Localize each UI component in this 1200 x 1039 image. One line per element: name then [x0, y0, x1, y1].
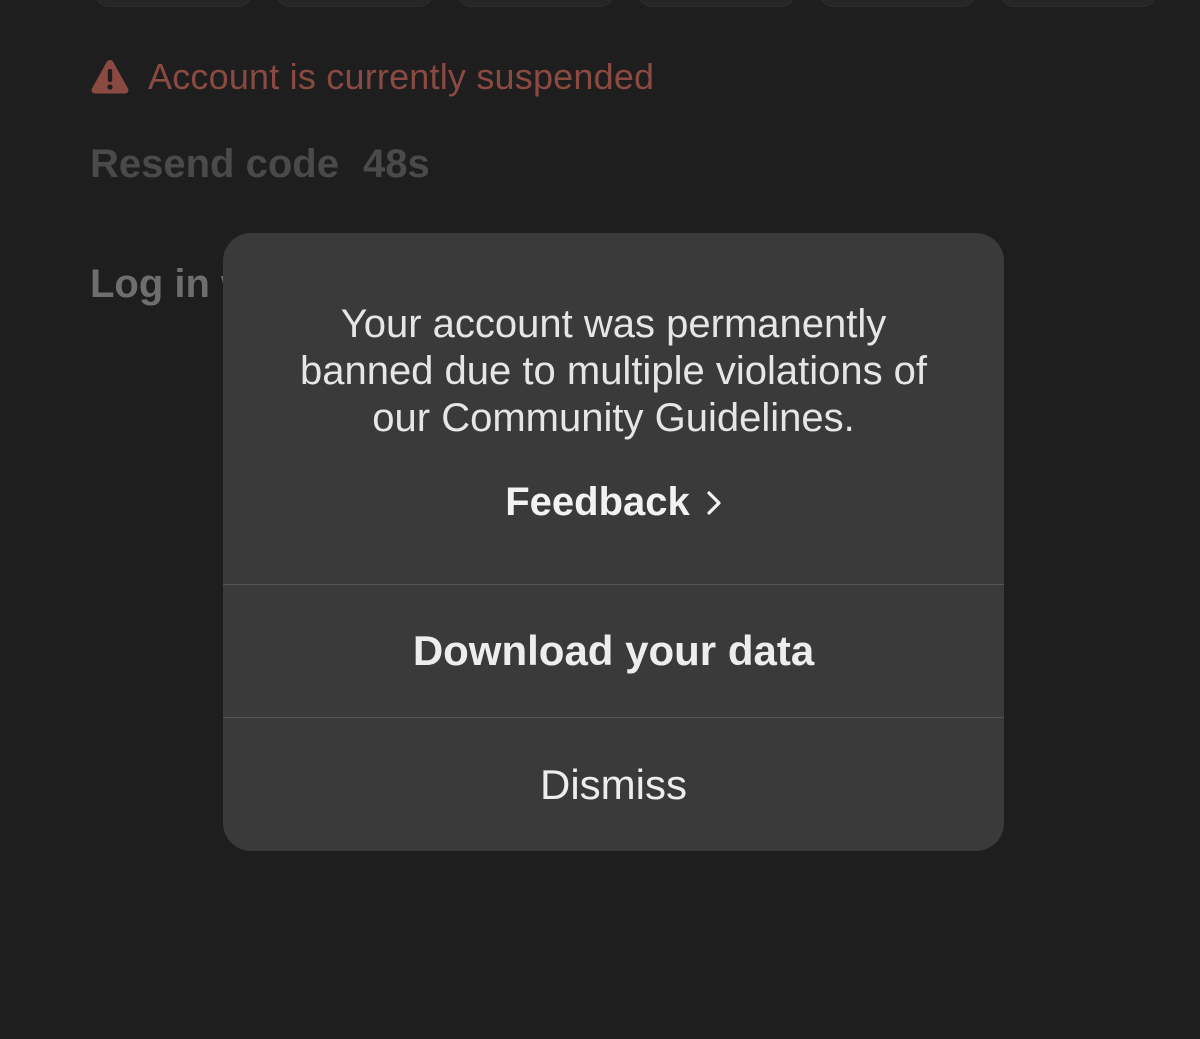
code-digit-box[interactable] — [457, 0, 614, 7]
screen: Account is currently suspended Resend co… — [0, 0, 1200, 1039]
download-data-button[interactable]: Download your data — [223, 585, 1004, 717]
alert-body: Your account was permanently banned due … — [223, 233, 1004, 584]
resend-countdown: 48s — [362, 142, 430, 186]
suspension-warning: Account is currently suspended — [90, 56, 654, 98]
code-digit-box[interactable] — [95, 0, 252, 7]
dismiss-button[interactable]: Dismiss — [223, 718, 1004, 851]
alert-message: Your account was permanently banned due … — [299, 302, 928, 440]
code-digit-box[interactable] — [819, 0, 976, 7]
code-digit-box[interactable] — [638, 0, 795, 7]
warning-triangle-icon — [91, 60, 129, 94]
code-digit-box[interactable] — [276, 0, 433, 7]
resend-code[interactable]: Resend code 48s — [90, 142, 430, 187]
ban-alert-dialog: Your account was permanently banned due … — [223, 233, 1004, 851]
chevron-right-icon — [707, 490, 721, 515]
feedback-link[interactable]: Feedback — [505, 480, 722, 525]
code-digit-box[interactable] — [1000, 0, 1157, 7]
warning-text: Account is currently suspended — [148, 56, 655, 97]
feedback-label: Feedback — [505, 480, 690, 524]
resend-code-label: Resend code — [90, 142, 339, 186]
code-input-row — [95, 0, 1157, 7]
